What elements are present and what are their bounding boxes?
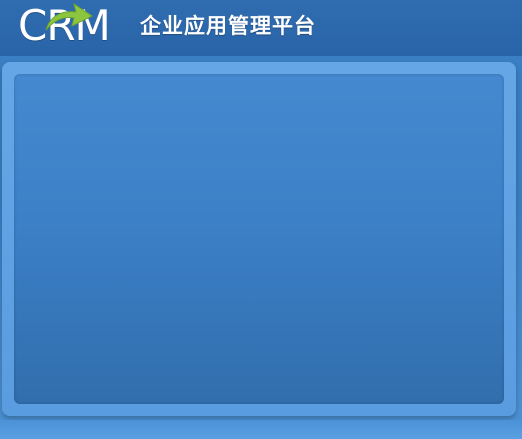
- curved-arrow-icon: [45, 2, 93, 31]
- header-bar: CRM 企业应用管理平台: [0, 0, 522, 56]
- main-panel: [2, 62, 516, 416]
- platform-subtitle: 企业应用管理平台: [140, 14, 316, 38]
- content-area: [14, 74, 504, 404]
- crm-logo: CRM: [18, 0, 138, 50]
- footer-band: [0, 420, 522, 439]
